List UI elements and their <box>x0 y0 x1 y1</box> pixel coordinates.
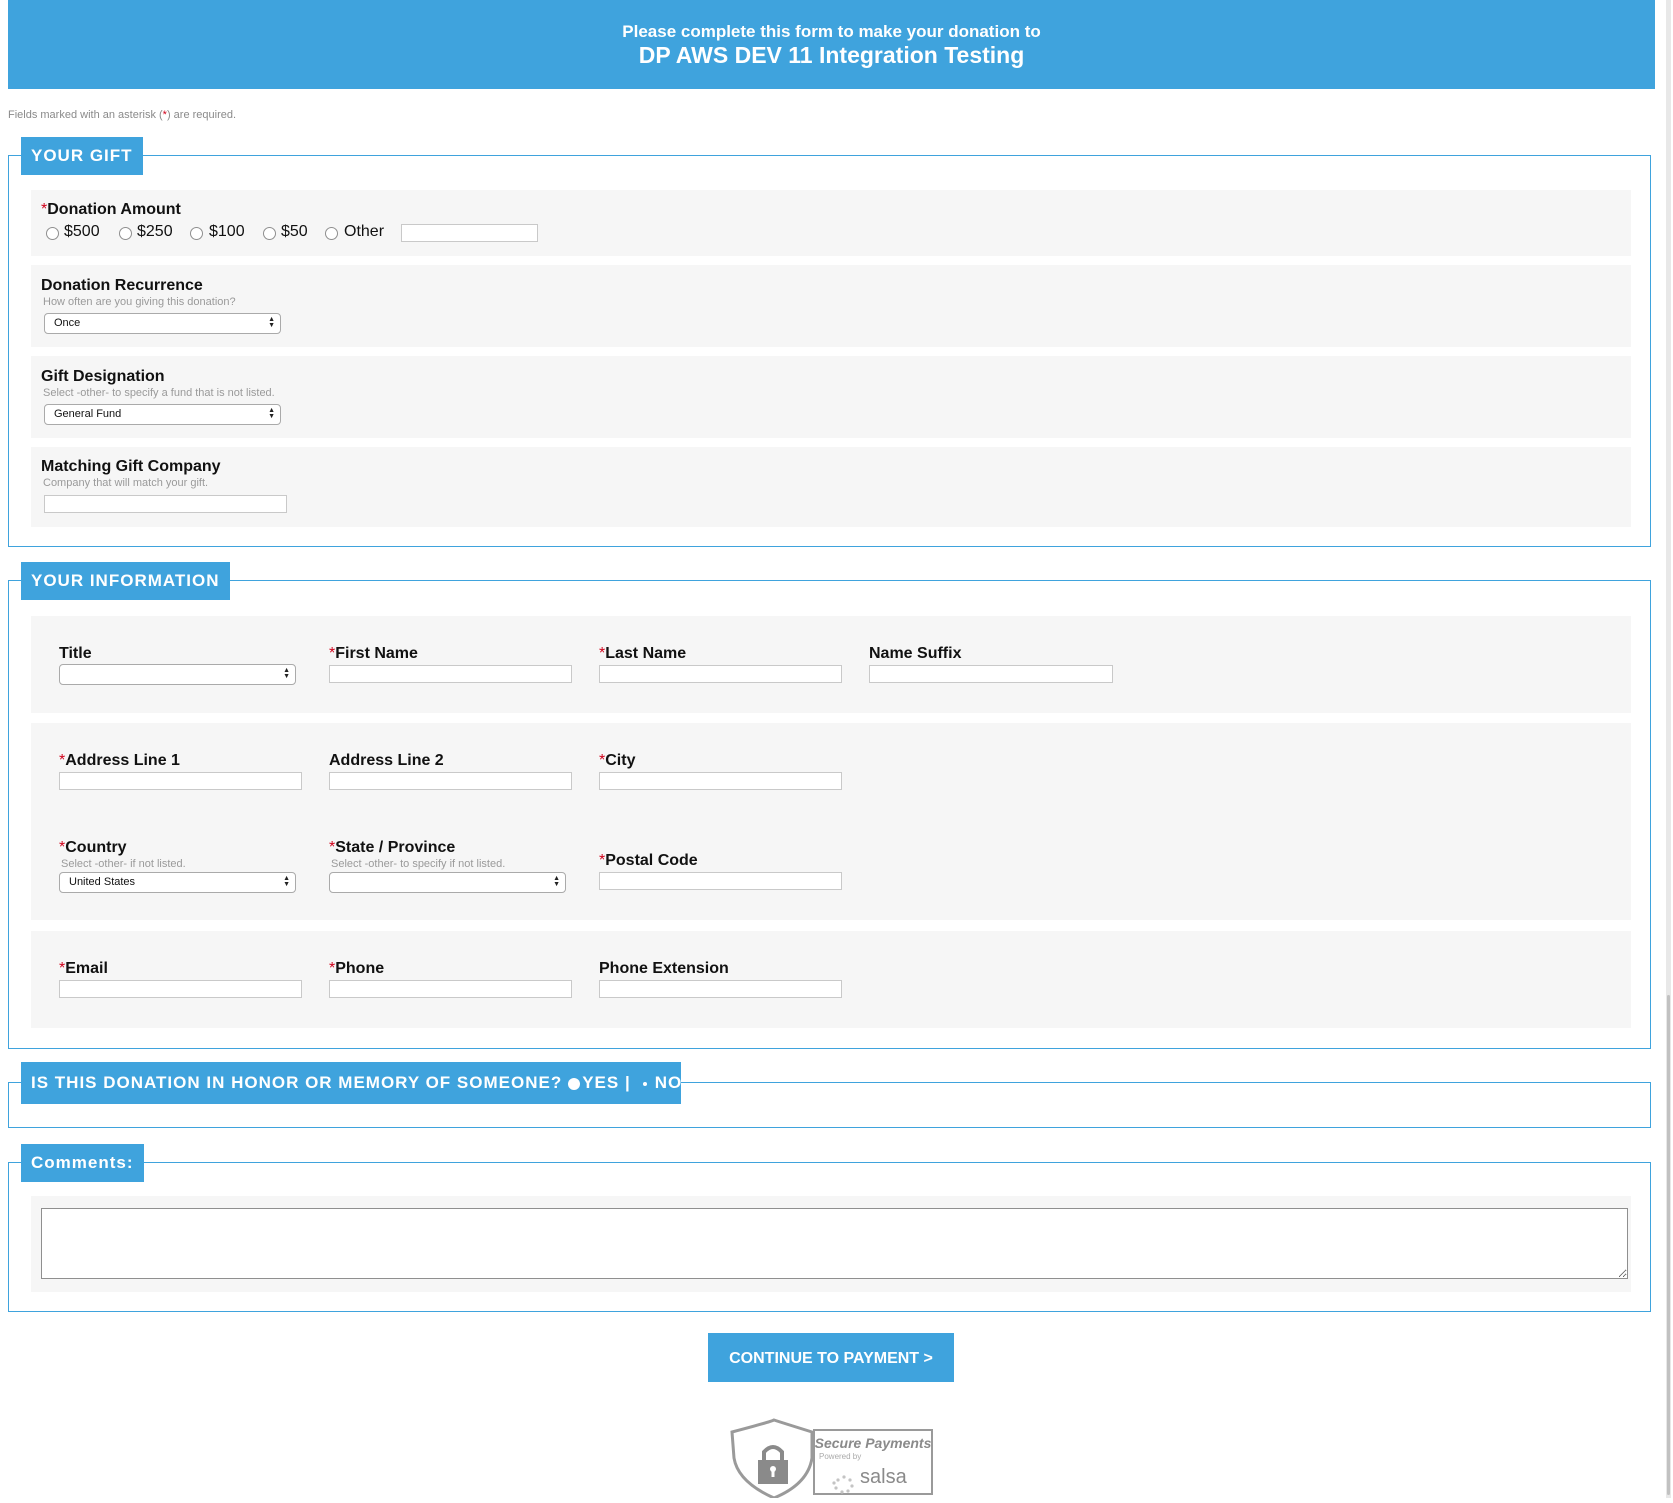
secure-payments-title: Secure Payments <box>814 1435 932 1451</box>
email-input[interactable] <box>59 980 302 998</box>
phone-label: *Phone <box>329 960 385 977</box>
last-name-input[interactable] <box>599 665 842 683</box>
recurrence-select[interactable]: Once ▲ ▼ <box>44 313 281 334</box>
page-header: Please complete this form to make your d… <box>8 0 1655 89</box>
country-select-value: United States <box>69 876 136 888</box>
phone-extension-label: Phone Extension <box>599 960 729 977</box>
first-name-input[interactable] <box>329 665 572 683</box>
organization-name: DP AWS DEV 11 Integration Testing <box>638 42 1025 68</box>
header-intro: Please complete this form to make your d… <box>622 22 1041 41</box>
salsa-logo-text: salsa <box>860 1466 907 1488</box>
phone-extension-input[interactable] <box>599 980 842 998</box>
country-select[interactable]: United States ▲ ▼ <box>59 872 296 893</box>
designation-label: Gift Designation <box>41 368 165 385</box>
city-label: *City <box>599 752 636 769</box>
recurrence-label: Donation Recurrence <box>41 277 203 294</box>
comments-legend: Comments: <box>21 1144 144 1182</box>
first-name-label: *First Name <box>329 645 418 662</box>
state-hint: Select -other- to specify if not listed. <box>331 858 506 870</box>
amount-50-label[interactable]: $50 <box>281 223 308 241</box>
scrollbar-thumb[interactable] <box>1667 995 1670 1495</box>
postal-code-input[interactable] <box>599 872 842 890</box>
phone-input[interactable] <box>329 980 572 998</box>
recurrence-select-value: Once <box>54 317 81 329</box>
secure-payments-badge: Secure Payments Powered by salsa <box>730 1418 935 1500</box>
donation-amount-label: *Donation Amount <box>41 201 181 218</box>
last-name-label: *Last Name <box>599 645 687 662</box>
address-line-2-input[interactable] <box>329 772 572 790</box>
required-fields-note: Fields marked with an asterisk (*) are r… <box>8 109 237 121</box>
postal-code-label: *Postal Code <box>599 852 698 869</box>
honor-question: IS THIS DONATION IN HONOR OR MEMORY OF S… <box>31 1073 563 1092</box>
honor-legend: IS THIS DONATION IN HONOR OR MEMORY OF S… <box>21 1062 681 1104</box>
designation-select[interactable]: General Fund ▲ ▼ <box>44 404 281 425</box>
honor-no-radio[interactable] <box>642 1081 647 1086</box>
address-line-1-input[interactable] <box>59 772 302 790</box>
amount-250-label[interactable]: $250 <box>137 223 173 241</box>
amount-other-label[interactable]: Other <box>344 223 384 241</box>
name-suffix-label: Name Suffix <box>869 645 962 662</box>
country-label: *Country <box>59 839 127 856</box>
honor-yes-label[interactable]: YES <box>582 1073 619 1092</box>
other-amount-input[interactable] <box>401 224 538 242</box>
comments-textarea[interactable] <box>41 1208 1628 1279</box>
address-line-1-label: *Address Line 1 <box>59 752 180 769</box>
city-input[interactable] <box>599 772 842 790</box>
matching-panel <box>31 447 1631 527</box>
matching-company-input[interactable] <box>44 495 287 513</box>
honor-yes-radio[interactable] <box>568 1077 581 1090</box>
title-select[interactable]: ▲ ▼ <box>59 664 296 685</box>
amount-100-label[interactable]: $100 <box>209 223 245 241</box>
title-label: Title <box>59 645 92 662</box>
your-information-legend: YOUR INFORMATION <box>21 562 230 600</box>
amount-100-radio[interactable] <box>190 227 203 240</box>
select-arrows-icon: ▲ ▼ <box>283 667 290 680</box>
continue-to-payment-button[interactable]: CONTINUE TO PAYMENT > <box>708 1333 954 1382</box>
country-hint: Select -other- if not listed. <box>61 858 186 870</box>
matching-hint: Company that will match your gift. <box>43 477 209 489</box>
address-line-2-label: Address Line 2 <box>329 752 444 769</box>
state-label: *State / Province <box>329 839 456 856</box>
select-arrows-icon: ▲ ▼ <box>283 875 290 888</box>
honor-no-label[interactable]: NO <box>655 1073 683 1092</box>
amount-500-radio[interactable] <box>46 227 59 240</box>
name-suffix-input[interactable] <box>869 665 1113 683</box>
powered-by-text: Powered by <box>819 1452 862 1461</box>
amount-50-radio[interactable] <box>263 227 276 240</box>
select-arrows-icon: ▲ ▼ <box>268 316 275 329</box>
state-select[interactable]: ▲ ▼ <box>329 872 566 893</box>
matching-label: Matching Gift Company <box>41 458 221 475</box>
recurrence-panel <box>31 265 1631 347</box>
email-label: *Email <box>59 960 108 977</box>
your-gift-legend: YOUR GIFT <box>21 137 143 175</box>
donation-amount-panel <box>31 190 1631 256</box>
select-arrows-icon: ▲ ▼ <box>553 875 560 888</box>
amount-other-radio[interactable] <box>325 227 338 240</box>
designation-select-value: General Fund <box>54 408 122 420</box>
designation-hint: Select -other- to specify a fund that is… <box>43 387 275 399</box>
amount-500-label[interactable]: $500 <box>64 223 100 241</box>
recurrence-hint: How often are you giving this donation? <box>43 296 236 308</box>
amount-250-radio[interactable] <box>119 227 132 240</box>
select-arrows-icon: ▲ ▼ <box>268 407 275 420</box>
honor-separator: | <box>624 1073 631 1092</box>
